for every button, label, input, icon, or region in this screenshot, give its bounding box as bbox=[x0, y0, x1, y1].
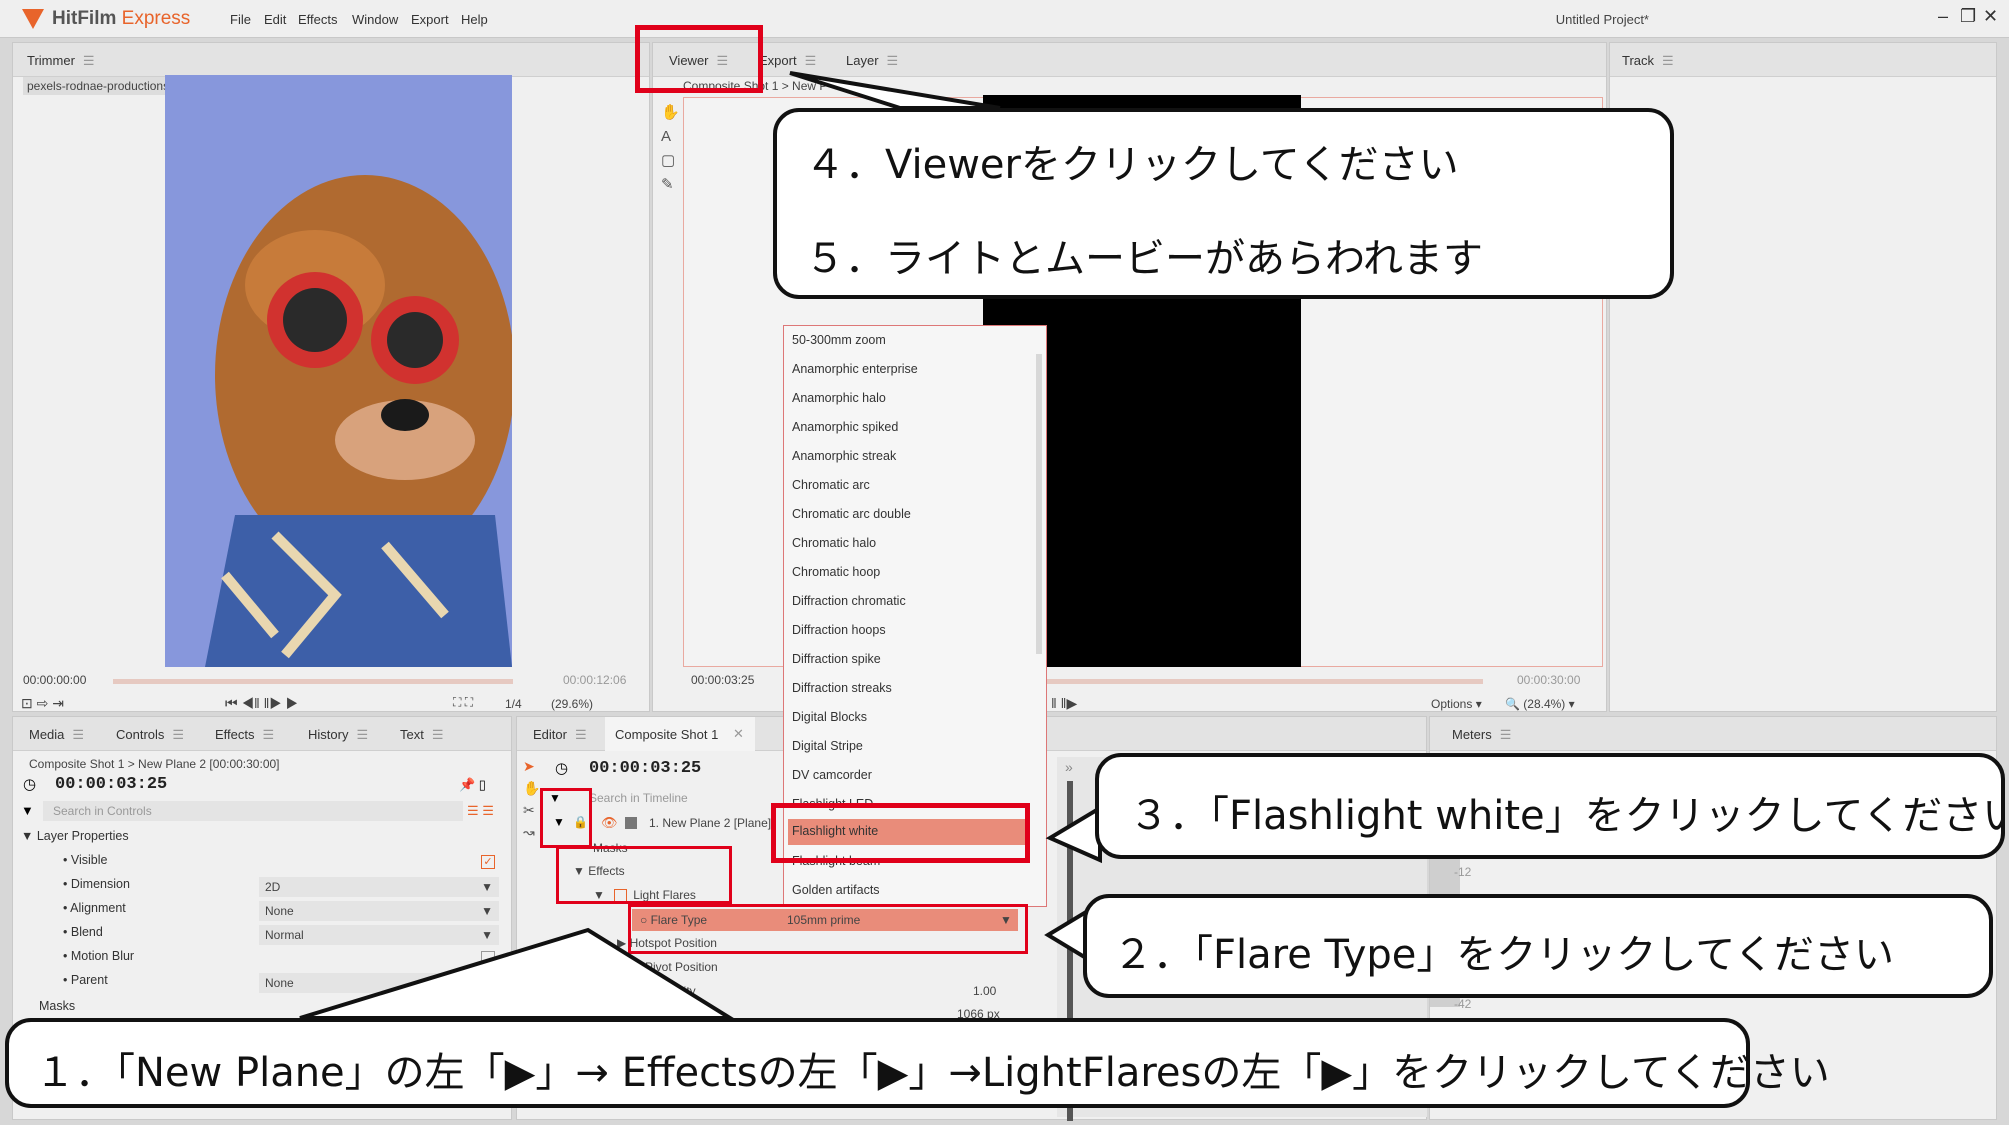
callout-step3-text: ３．「Flashlight white」をクリックしてください bbox=[1129, 793, 2009, 839]
callout-step-3: ３．「Flashlight white」をクリックしてください bbox=[1095, 753, 2009, 859]
pointer-step4 bbox=[789, 71, 1001, 110]
callout-step4-text: ４．Viewerをクリックしてください bbox=[805, 142, 1459, 188]
callout-step5-text: ５．ライトとムービーがあらわれます bbox=[805, 236, 1483, 282]
app-window: HitFilm Express File Edit Effects Window… bbox=[0, 0, 2009, 1125]
pointer-step3 bbox=[1045, 804, 1102, 864]
callout-step2-text: ２．「Flare Type」をクリックしてください bbox=[1113, 932, 1894, 978]
pointer-step2 bbox=[1044, 908, 1088, 962]
callout-step-1: １．「New Plane」の左「▶」→ Effectsの左「▶」→LightFl… bbox=[5, 1018, 1830, 1108]
callout-step1-text: １．「New Plane」の左「▶」→ Effectsの左「▶」→LightFl… bbox=[35, 1050, 1830, 1096]
pointer-step1 bbox=[299, 927, 738, 1020]
callout-steps-4-5: ４．Viewerをクリックしてください ５．ライトとムービーがあらわれます bbox=[773, 108, 1674, 299]
callout-step-2: ２．「Flare Type」をクリックしてください bbox=[1083, 894, 1993, 998]
